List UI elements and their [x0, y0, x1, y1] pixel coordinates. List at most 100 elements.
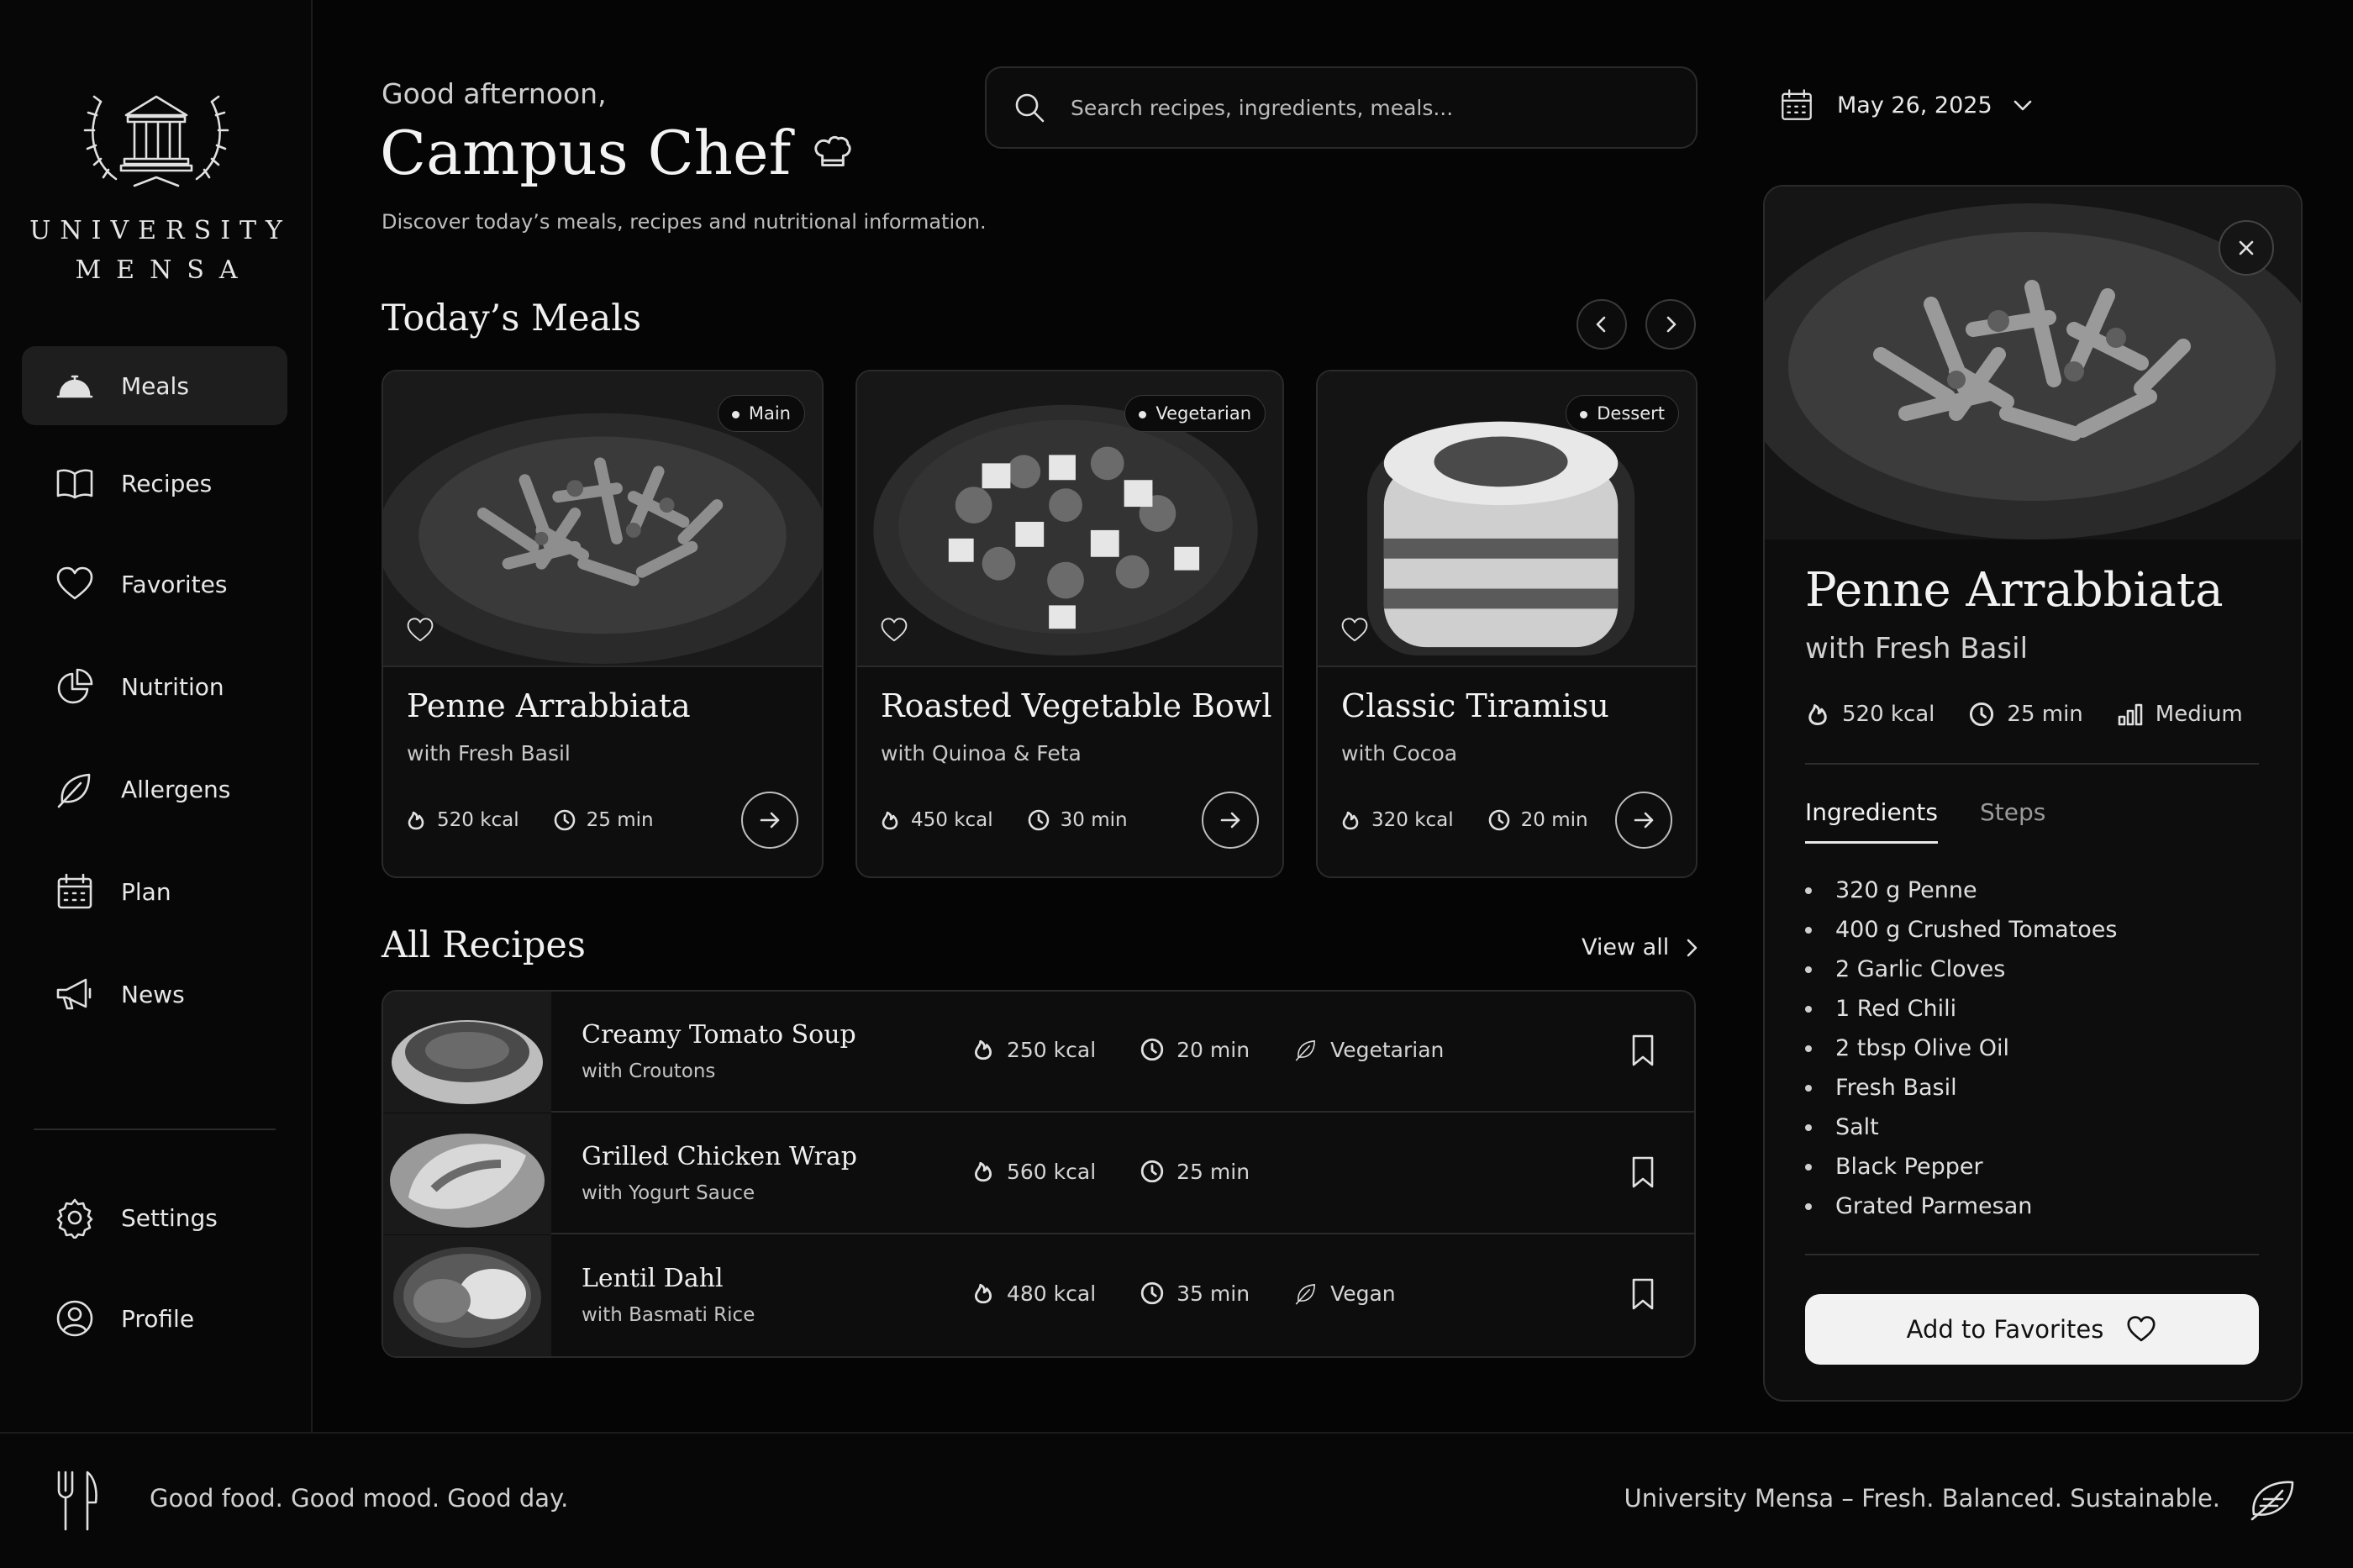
- chevron-right-icon: [1687, 939, 1698, 956]
- heart-icon[interactable]: [405, 615, 435, 645]
- open-meal-button[interactable]: [741, 792, 798, 849]
- sidebar-item-label: Meals: [121, 371, 189, 400]
- flame-icon: [408, 811, 424, 830]
- recipe-thumbnail: [383, 1113, 551, 1234]
- pie-chart-icon: [57, 668, 93, 704]
- bookmark-icon[interactable]: [1629, 1277, 1657, 1311]
- recipe-row[interactable]: Lentil Dahl with Basmati Rice 480 kcal 3…: [383, 1235, 1694, 1356]
- sidebar-item-label: Nutrition: [121, 672, 224, 701]
- meal-name: Roasted Vegetable Bowl: [881, 687, 1272, 724]
- list-item: Grated Parmesan: [1805, 1187, 2117, 1226]
- meal-card[interactable]: Vegetarian Roasted Vegetable Bowl with Q…: [855, 370, 1284, 878]
- flame-icon: [974, 1161, 992, 1182]
- sidebar-item-news[interactable]: News: [22, 955, 287, 1034]
- time-label: 20 min: [1176, 1037, 1250, 1062]
- heart-icon[interactable]: [1340, 615, 1370, 645]
- sidebar-item-nutrition[interactable]: Nutrition: [22, 647, 287, 726]
- divider: [1805, 763, 2259, 765]
- list-item: 1 Red Chili: [1805, 989, 2117, 1029]
- heart-icon: [2127, 1316, 2156, 1342]
- arrow-right-icon: [1634, 812, 1654, 829]
- recipe-row[interactable]: Creamy Tomato Soup with Croutons 250 kca…: [383, 992, 1694, 1113]
- flame-icon: [1342, 811, 1359, 830]
- clock-icon: [1140, 1281, 1164, 1305]
- bookmark-icon[interactable]: [1629, 1155, 1657, 1189]
- meal-card[interactable]: Dessert Classic Tiramisu with Cocoa 320 …: [1316, 370, 1698, 878]
- divider: [1805, 1254, 2259, 1255]
- sidebar-item-settings[interactable]: Settings: [22, 1178, 287, 1257]
- meal-card[interactable]: Main Penne Arrabbiata with Fresh Basil 5…: [382, 370, 824, 878]
- kcal-label: 560 kcal: [1007, 1159, 1097, 1184]
- kcal-label: 480 kcal: [1007, 1281, 1097, 1306]
- recipe-row[interactable]: Grilled Chicken Wrap with Yogurt Sauce 5…: [383, 1113, 1694, 1234]
- open-meal-button[interactable]: [1202, 792, 1259, 849]
- search-input[interactable]: [1071, 95, 1642, 120]
- gear-icon: [56, 1198, 93, 1239]
- recipe-subtitle: with Basmati Rice: [582, 1304, 755, 1326]
- sidebar-item-label: Allergens: [121, 775, 231, 803]
- time-label: 30 min: [1060, 809, 1128, 831]
- recipe-name: Creamy Tomato Soup: [582, 1020, 856, 1050]
- close-icon: [2239, 240, 2254, 255]
- sidebar-item-allergens[interactable]: Allergens: [22, 750, 287, 829]
- tab-steps[interactable]: Steps: [1980, 798, 2045, 826]
- time-label: 25 min: [2007, 702, 2083, 727]
- open-meal-button[interactable]: [1615, 792, 1672, 849]
- recipe-thumbnail: [383, 992, 551, 1113]
- flame-icon: [1808, 704, 1827, 726]
- leaf-icon: [57, 773, 91, 808]
- detail-meta: 520 kcal 25 min Medium: [1805, 701, 2243, 728]
- carousel-next-button[interactable]: [1645, 299, 1696, 350]
- recipe-name: Lentil Dahl: [582, 1264, 724, 1293]
- sidebar-item-favorites[interactable]: Favorites: [22, 545, 287, 624]
- recipe-name: Grilled Chicken Wrap: [582, 1142, 857, 1171]
- view-all-label: View all: [1582, 934, 1670, 960]
- view-all-link[interactable]: View all: [1582, 934, 1701, 960]
- leaf-logo-icon: [2250, 1481, 2294, 1521]
- sidebar-item-meals[interactable]: Meals: [22, 346, 287, 425]
- sidebar-item-recipes[interactable]: Recipes: [22, 444, 287, 523]
- carousel-prev-button[interactable]: [1577, 299, 1627, 350]
- bar-chart-icon: [2118, 703, 2143, 726]
- chevron-right-icon: [1666, 316, 1677, 333]
- time-label: 20 min: [1520, 809, 1588, 831]
- clock-icon: [1028, 809, 1049, 831]
- sidebar-item-plan[interactable]: Plan: [22, 852, 287, 931]
- meal-meta: 520 kcal 25 min: [405, 808, 654, 832]
- brand-line-2: MENSA: [75, 255, 253, 285]
- meal-subtitle: with Quinoa & Feta: [881, 741, 1082, 766]
- arrow-right-icon: [760, 812, 780, 829]
- add-to-favorites-button[interactable]: Add to Favorites: [1805, 1294, 2259, 1365]
- kcal-label: 520 kcal: [437, 809, 519, 831]
- kcal-label: 520 kcal: [1842, 702, 1935, 727]
- laurel-building-icon: [83, 95, 229, 187]
- list-item: 2 Garlic Cloves: [1805, 950, 2117, 989]
- sidebar-item-profile[interactable]: Profile: [22, 1279, 287, 1358]
- tab-ingredients[interactable]: Ingredients: [1805, 798, 1938, 844]
- recipe-list: Creamy Tomato Soup with Croutons 250 kca…: [382, 990, 1696, 1358]
- clock-icon: [1970, 702, 1994, 727]
- todays-meals-heading: Today’s Meals: [382, 297, 642, 339]
- search-bar[interactable]: [985, 66, 1698, 149]
- sidebar-item-label: Settings: [121, 1203, 218, 1232]
- calendar-icon: [57, 873, 92, 909]
- category-badge: Main: [717, 395, 805, 432]
- clock-icon: [1140, 1160, 1164, 1183]
- date-picker[interactable]: May 26, 2025: [1778, 87, 2035, 124]
- page-subtitle: Discover today’s meals, recipes and nutr…: [382, 210, 987, 234]
- close-button[interactable]: [2219, 220, 2274, 276]
- all-recipes-heading: All Recipes: [382, 924, 586, 966]
- recipe-meta: 250 kcal 20 min Vegetarian: [971, 1037, 1444, 1062]
- calendar-icon: [1782, 89, 1812, 120]
- recipe-meta: 480 kcal 35 min Vegan: [971, 1281, 1396, 1306]
- chef-hat-icon: [814, 135, 851, 167]
- chevron-down-icon: [2013, 100, 2031, 111]
- bookmark-icon[interactable]: [1629, 1034, 1657, 1067]
- brand-logo[interactable]: UNIVERSITY MENSA: [0, 71, 313, 285]
- kcal-label: 320 kcal: [1371, 809, 1454, 831]
- flame-icon: [974, 1039, 992, 1060]
- cloche-icon: [56, 375, 93, 398]
- heart-icon[interactable]: [879, 615, 909, 645]
- list-item: Salt: [1805, 1108, 2117, 1147]
- list-item: 400 g Crushed Tomatoes: [1805, 910, 2117, 950]
